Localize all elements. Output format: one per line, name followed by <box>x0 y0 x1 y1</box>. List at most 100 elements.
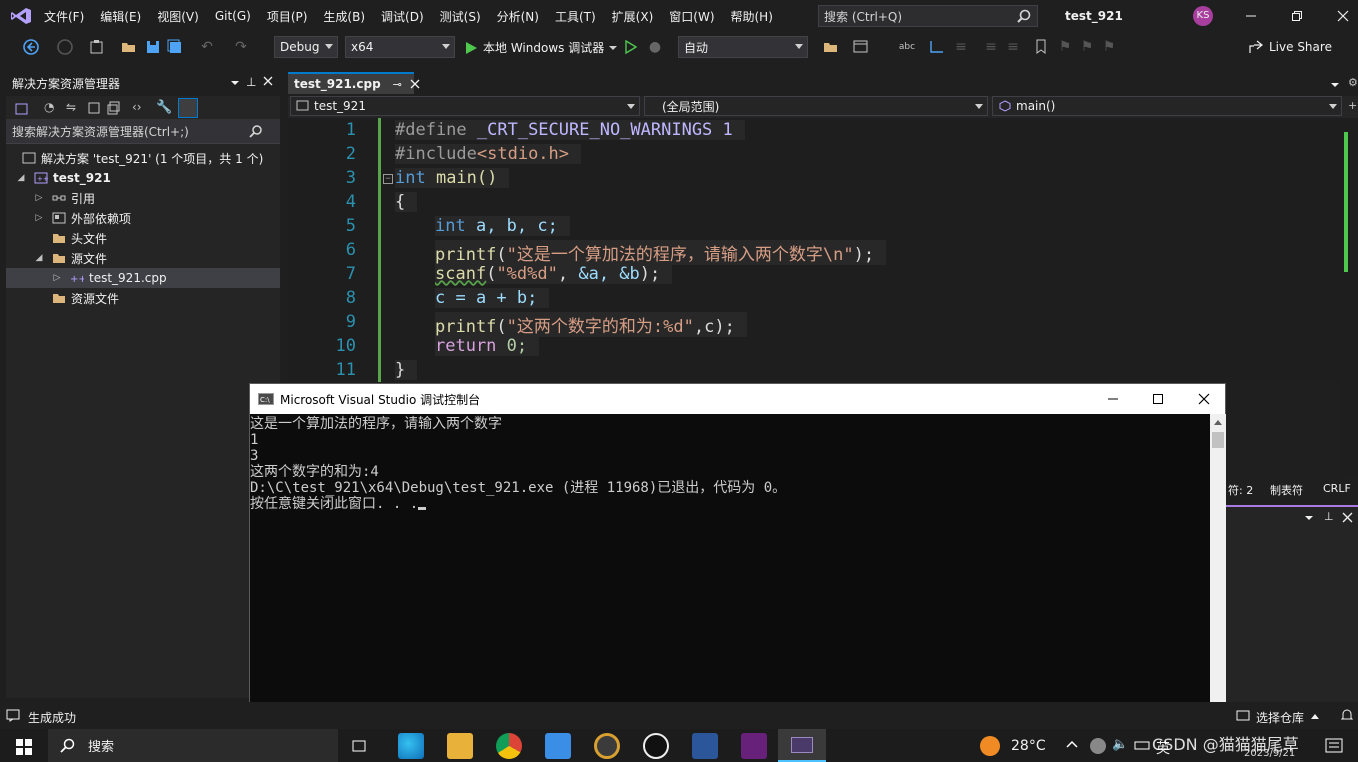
panel-options-icon[interactable] <box>1304 513 1314 523</box>
console-maximize-button[interactable] <box>1151 392 1165 406</box>
edge-icon[interactable] <box>398 733 424 759</box>
windows-start-icon[interactable] <box>16 739 32 755</box>
tree-resource-files[interactable]: 资源文件 <box>6 288 280 308</box>
save-all-icon[interactable] <box>166 38 184 56</box>
preview-icon[interactable] <box>178 97 198 118</box>
new-project-icon[interactable] <box>88 38 106 56</box>
vs-project-icon[interactable] <box>14 100 30 116</box>
visual-studio-icon[interactable] <box>741 733 767 759</box>
nav-project-dropdown[interactable]: test_921 <box>290 96 640 116</box>
panel-options-icon[interactable] <box>230 78 240 88</box>
tab-overflow-icon[interactable] <box>1330 80 1340 90</box>
show-all-icon[interactable] <box>106 100 122 116</box>
weather-icon[interactable] <box>980 736 1000 756</box>
spellcheck-icon[interactable]: abc <box>898 38 916 56</box>
redo-icon[interactable]: ↷ <box>232 38 250 56</box>
restore-button[interactable] <box>1289 8 1305 24</box>
forward-icon[interactable] <box>56 38 74 56</box>
tree-solution[interactable]: 解决方案 'test_921' (1 个项目，共 1 个) <box>6 148 280 168</box>
menu-debug[interactable]: 调试(D) <box>373 0 432 32</box>
console-close-button[interactable] <box>1197 392 1211 406</box>
step-icon[interactable] <box>928 38 946 56</box>
bookmark-clear-icon[interactable]: ⚑ <box>1100 38 1118 56</box>
eol-indicator[interactable]: CRLF <box>1323 482 1351 495</box>
platform-dropdown[interactable]: x64 <box>345 36 455 58</box>
tab-indicator[interactable]: 制表符 <box>1270 482 1303 498</box>
nav-member-dropdown[interactable]: main() <box>992 96 1342 116</box>
save-icon[interactable] <box>144 38 162 56</box>
game-app-icon[interactable] <box>594 733 620 759</box>
notification-center-icon[interactable] <box>1325 738 1343 754</box>
tab-pin-icon[interactable]: ⊸ <box>393 78 402 91</box>
tab-test-921-cpp[interactable]: test_921.cpp ⊸ <box>288 72 420 94</box>
live-share-button[interactable]: Live Share <box>1248 39 1332 55</box>
undo-icon[interactable]: ↶ <box>198 38 216 56</box>
select-repo-button[interactable]: 选择仓库 <box>1256 709 1304 726</box>
file-explorer-icon[interactable] <box>447 733 473 759</box>
hot-reload-icon[interactable]: ● <box>646 38 664 56</box>
column-indicator[interactable]: 符: 2 <box>1228 482 1253 498</box>
tray-chevron-icon[interactable] <box>1066 739 1078 749</box>
properties-icon[interactable]: 🔧 <box>156 100 172 116</box>
minimize-button[interactable] <box>1243 8 1259 24</box>
window-layout-icon[interactable] <box>852 38 870 56</box>
scrollbar-thumb[interactable] <box>1344 132 1348 272</box>
folder-icon[interactable] <box>822 38 840 56</box>
tree-source-file[interactable]: ▷ ++ test_921.cpp <box>6 268 280 288</box>
open-folder-icon[interactable] <box>120 38 138 56</box>
tree-source-files[interactable]: ◢ 源文件 <box>6 248 280 268</box>
close-button[interactable] <box>1335 8 1351 24</box>
code-editor[interactable]: 1 2 3 4 5 6 7 8 9 10 11 − #define _CRT_S… <box>288 118 1356 382</box>
wifi-icon[interactable] <box>1134 737 1150 753</box>
menu-window[interactable]: 窗口(W) <box>661 0 722 32</box>
console-title-bar[interactable]: C:\ Microsoft Visual Studio 调试控制台 <box>250 384 1225 414</box>
outdent-icon[interactable]: ≡ <box>952 38 970 56</box>
uncomment-icon[interactable]: ≡ <box>1004 38 1022 56</box>
console-minimize-button[interactable] <box>1106 392 1120 406</box>
console-scrollbar-thumb[interactable] <box>1212 432 1224 448</box>
menu-project[interactable]: 项目(P) <box>259 0 316 32</box>
split-icon[interactable]: + <box>1348 99 1357 112</box>
avatar[interactable]: KS <box>1193 6 1213 26</box>
bookmark-icon[interactable] <box>1032 38 1050 56</box>
back-icon[interactable] <box>22 38 40 56</box>
notification-bell-icon[interactable] <box>1340 708 1354 722</box>
menu-tools[interactable]: 工具(T) <box>547 0 604 32</box>
fold-toggle-icon[interactable]: − <box>383 174 393 184</box>
collapse-icon[interactable] <box>86 100 102 116</box>
chrome-icon[interactable] <box>496 733 522 759</box>
pin-icon[interactable]: ⊥ <box>1324 510 1334 523</box>
tree-project[interactable]: ◢ ++ test_921 <box>6 168 280 188</box>
menu-git[interactable]: Git(G) <box>207 0 259 32</box>
code-view-icon[interactable]: ‹› <box>132 100 148 116</box>
history-icon[interactable]: ◔ <box>44 100 60 116</box>
tree-references[interactable]: ▷ 引用 <box>6 188 280 208</box>
config-dropdown[interactable]: Debug <box>274 36 338 58</box>
bookmark-next-icon[interactable]: ⚑ <box>1078 38 1096 56</box>
qq-icon[interactable] <box>643 733 669 759</box>
weather-temp[interactable]: 28°C <box>1011 738 1046 754</box>
menu-view[interactable]: 视图(V) <box>149 0 207 32</box>
settings-gear-icon[interactable]: ⚙ <box>1348 76 1358 89</box>
panel-close-icon[interactable] <box>1342 512 1353 523</box>
nav-scope-dropdown[interactable]: (全局范围) <box>644 96 988 116</box>
pin-icon[interactable]: ⊥ <box>246 75 256 89</box>
sync-icon[interactable]: ⇋ <box>66 100 82 116</box>
scroll-up-icon[interactable] <box>1213 418 1223 426</box>
comment-icon[interactable]: ≡ <box>982 38 1000 56</box>
bookmark-prev-icon[interactable]: ⚑ <box>1056 38 1074 56</box>
menu-help[interactable]: 帮助(H) <box>723 0 781 32</box>
menu-file[interactable]: 文件(F) <box>36 0 92 32</box>
auto-dropdown[interactable]: 自动 <box>678 36 808 58</box>
start-without-debug-icon[interactable] <box>622 38 640 56</box>
search-input[interactable]: 搜索 (Ctrl+Q) <box>818 5 1038 27</box>
menu-build[interactable]: 生成(B) <box>315 0 373 32</box>
menu-test[interactable]: 测试(S) <box>432 0 489 32</box>
menu-analyze[interactable]: 分析(N) <box>489 0 547 32</box>
taskbar-search-box[interactable]: 搜索 <box>48 729 338 762</box>
menu-extensions[interactable]: 扩展(X) <box>604 0 662 32</box>
network-icon[interactable] <box>1090 738 1106 754</box>
feishu-icon[interactable] <box>545 733 571 759</box>
tree-external-deps[interactable]: ▷ 外部依赖项 <box>6 208 280 228</box>
task-view-icon[interactable] <box>350 737 368 755</box>
